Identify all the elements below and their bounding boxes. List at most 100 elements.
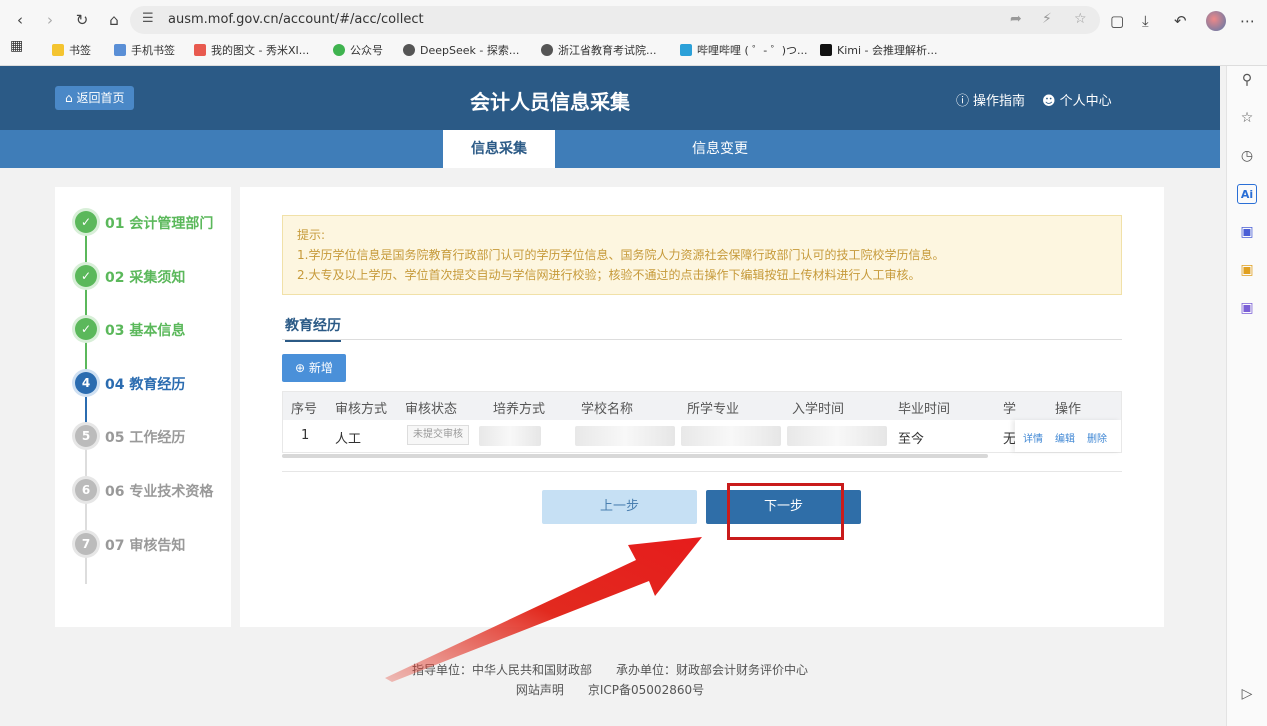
xiumi-icon (194, 44, 206, 56)
column-header: 序号 (291, 402, 318, 417)
translate-icon[interactable]: ▣ (1237, 298, 1257, 318)
plus-circle-icon: ⊕ (295, 361, 309, 375)
collapse-panel-icon[interactable]: ▷ (1237, 684, 1257, 704)
home-icon[interactable]: ⌂ (104, 10, 124, 30)
notice-title: 提示: (297, 228, 326, 242)
column-header: 学校名称 (581, 402, 634, 417)
share-icon[interactable]: ➦ (1010, 11, 1022, 27)
toolbox-icon[interactable]: ▣ (1237, 260, 1257, 280)
add-button[interactable]: ⊕ 新增 (282, 354, 346, 382)
user-icon: ☻ (1042, 94, 1056, 109)
bookmark-item[interactable]: DeepSeek - 探索... (403, 42, 519, 58)
kimi-icon (820, 44, 832, 56)
tab-info-collect[interactable]: 信息采集 (443, 130, 555, 168)
extensions-icon[interactable]: ▢ (1110, 12, 1124, 30)
bookmark-item[interactable]: 公众号 (333, 42, 383, 58)
forward-arrow-icon[interactable]: › (40, 10, 60, 30)
column-header: 学 (1003, 402, 1017, 417)
favorites-icon[interactable]: ☆ (1237, 108, 1257, 128)
column-header: 审核方式 (335, 402, 388, 417)
step-number: 7 (75, 533, 97, 555)
notice-box: 提示: 1.学历学位信息是国务院教育行政部门认可的学历学位信息、国务院人力资源社… (282, 215, 1122, 295)
info-icon: ⓘ (956, 94, 970, 109)
column-header: 培养方式 (493, 402, 546, 417)
tabs-bar: 信息采集 信息变更 (0, 130, 1220, 168)
bookmark-item[interactable]: Kimi - 会推理解析... (820, 42, 938, 58)
bookmarks-bar: ▦ 书签 手机书签 我的图文 - 秀米XI... 公众号 DeepSeek - … (0, 38, 1267, 62)
history-icon[interactable]: ◷ (1237, 146, 1257, 166)
redacted-cell (787, 426, 887, 446)
highlight-box (727, 483, 844, 540)
step-number: 4 (75, 372, 97, 394)
search-icon[interactable]: ⚲ (1237, 70, 1257, 90)
education-table: 序号 审核方式 审核状态 培养方式 学校名称 所学专业 入学时间 毕业时间 学 … (282, 391, 1122, 453)
site-header: ⌂ 返回首页 会计人员信息采集 ⓘ 操作指南 ☻ 个人中心 (0, 66, 1220, 130)
check-icon: ✓ (75, 265, 97, 287)
url-text[interactable]: ausm.mof.gov.cn/account/#/acc/collect (168, 12, 424, 27)
download-icon[interactable]: ⤓ (1142, 12, 1149, 30)
prev-step-button[interactable]: 上一步 (542, 490, 697, 524)
notice-line: 1.学历学位信息是国务院教育行政部门认可的学历学位信息、国务院人力资源社会保障行… (297, 248, 945, 262)
bookmark-item[interactable]: 手机书签 (114, 42, 175, 58)
row-index: 1 (301, 428, 310, 443)
back-arrow-icon[interactable]: ‹ (10, 10, 30, 30)
extension-icon[interactable]: ⚡ (1042, 11, 1052, 27)
bookmark-item[interactable]: 我的图文 - 秀米XI... (194, 42, 309, 58)
history-back-icon[interactable]: ↶ (1174, 12, 1187, 30)
redacted-cell (681, 426, 781, 446)
favorite-star-icon[interactable]: ☆ (1074, 11, 1087, 27)
bookmark-item[interactable]: 浙江省教育考试院... (541, 42, 657, 58)
folder-icon (114, 44, 126, 56)
apps-grid-icon[interactable]: ▦ (10, 38, 23, 54)
browser-toolbar: ‹ › ↻ ⌂ ☰ ausm.mof.gov.cn/account/#/acc/… (0, 0, 1267, 66)
footer-line: 网站声明 京ICP备05002860号 (515, 683, 705, 697)
bilibili-icon (680, 44, 692, 56)
table-scrollbar[interactable] (282, 454, 988, 458)
web-icon (541, 44, 553, 56)
graduation-time: 至今 (898, 432, 925, 447)
step-connector (85, 233, 87, 383)
table-row: 1 人工 未提交审核 至今 无 详情 编辑 删除 (283, 420, 1121, 452)
guide-link[interactable]: ⓘ 操作指南 (956, 90, 1025, 109)
web-icon (403, 44, 415, 56)
redacted-cell (479, 426, 541, 446)
step-connector (85, 449, 87, 584)
star-folder-icon (52, 44, 64, 56)
site-info-icon[interactable]: ☰ (142, 11, 154, 26)
column-header: 所学专业 (687, 402, 740, 417)
actions-cell: 详情 编辑 删除 (1015, 420, 1121, 452)
check-icon: ✓ (75, 211, 97, 233)
column-header: 审核状态 (405, 402, 458, 417)
column-header: 操作 (1055, 402, 1082, 417)
section-title: 教育经历 (285, 315, 341, 342)
main-panel: 提示: 1.学历学位信息是国务院教育行政部门认可的学历学位信息、国务院人力资源社… (240, 187, 1164, 627)
notice-line: 2.大专及以上学历、学位首次提交自动与学信网进行校验；核验不通过的点击操作下编辑… (297, 268, 921, 282)
table-header: 序号 审核方式 审核状态 培养方式 学校名称 所学专业 入学时间 毕业时间 学 … (283, 392, 1121, 420)
edit-link[interactable]: 编辑 (1055, 430, 1075, 445)
address-bar[interactable]: ☰ ausm.mof.gov.cn/account/#/acc/collect … (130, 6, 1100, 34)
detail-link[interactable]: 详情 (1023, 430, 1043, 445)
steps-panel: ✓ 01 会计管理部门 ✓ 02 采集须知 ✓ 03 基本信息 4 04 教育经历 50… (55, 187, 231, 627)
divider (282, 471, 1122, 472)
divider (282, 339, 1122, 340)
tab-info-change[interactable]: 信息变更 (664, 130, 776, 168)
delete-link[interactable]: 删除 (1087, 430, 1107, 445)
status-badge: 未提交审核 (407, 425, 469, 445)
profile-avatar[interactable] (1206, 11, 1226, 31)
review-method: 人工 (335, 432, 362, 447)
game-icon[interactable]: ▣ (1237, 222, 1257, 242)
check-icon: ✓ (75, 318, 97, 340)
personal-center-link[interactable]: ☻ 个人中心 (1042, 90, 1112, 109)
bookmark-item[interactable]: 哔哩哔哩 ( ゜- ゜)つ... (680, 42, 808, 58)
column-header: 毕业时间 (898, 402, 951, 417)
wechat-icon (333, 44, 345, 56)
ai-icon[interactable]: Ai (1237, 184, 1257, 204)
refresh-icon[interactable]: ↻ (72, 10, 92, 30)
more-menu-icon[interactable]: ⋯ (1240, 12, 1255, 30)
redacted-cell (575, 426, 675, 446)
step-number: 5 (75, 425, 97, 447)
address-row: ‹ › ↻ ⌂ ☰ ausm.mof.gov.cn/account/#/acc/… (0, 4, 1267, 36)
browser-side-panel: ⚲ ☆ ◷ Ai ▣ ▣ ▣ ▷ (1226, 66, 1267, 726)
bookmark-item[interactable]: 书签 (52, 42, 91, 58)
footer-line: 指导单位：中华人民共和国财政部 承办单位：财政部会计财务评价中心 (411, 663, 808, 677)
